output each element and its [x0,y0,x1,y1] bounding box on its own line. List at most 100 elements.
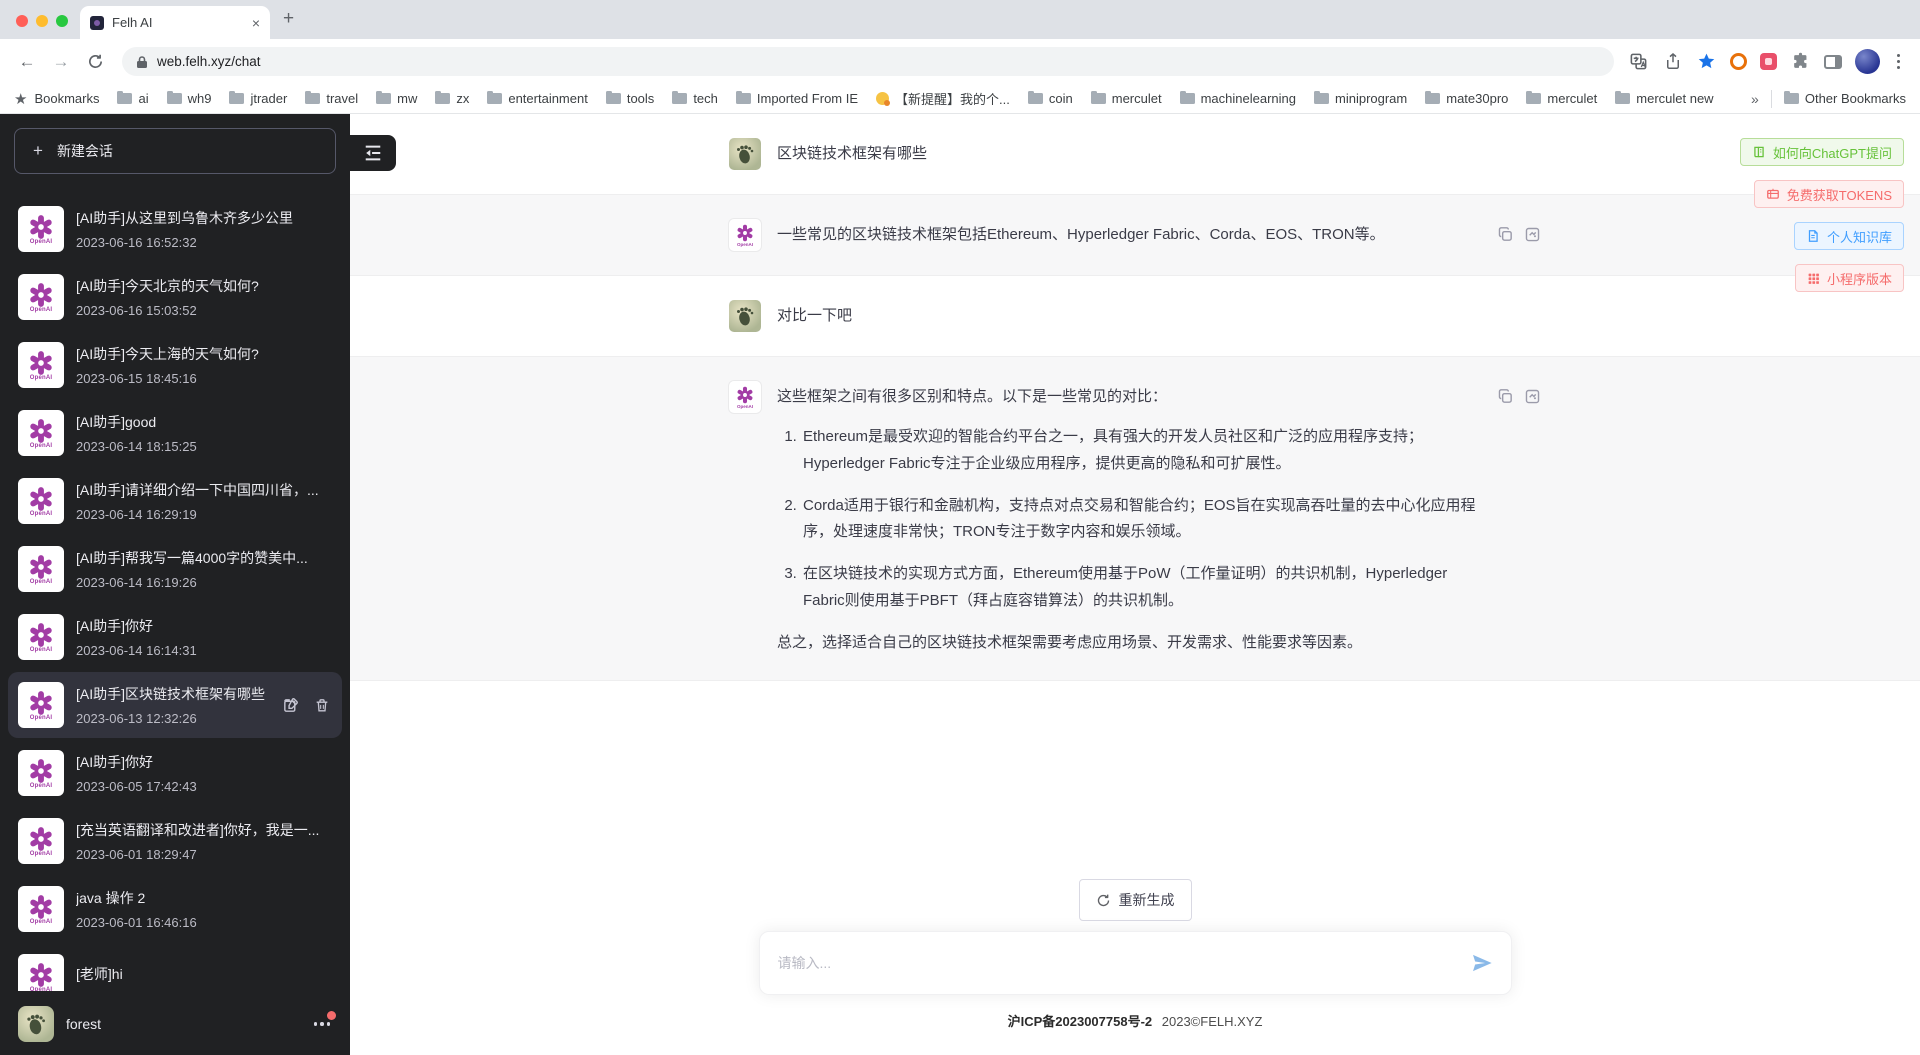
conversation-item[interactable]: OpenAI [AI助手]从这里到乌鲁木齐多少公里 2023-06-16 16:… [8,196,342,262]
new-chat-button[interactable]: + 新建会话 [14,128,336,174]
forward-icon[interactable]: → [48,49,74,75]
conversation-item[interactable]: OpenAI [AI助手]今天上海的天气如何? 2023-06-15 18:45… [8,332,342,398]
bookmark-folder[interactable]: ai [117,90,149,106]
bookmark-folder[interactable]: machinelearning [1179,90,1296,106]
puzzle-extensions-icon[interactable] [1790,51,1811,72]
openai-avatar: OpenAI [18,886,64,932]
user-menu-icon[interactable] [312,1011,336,1032]
close-tab-icon[interactable]: × [252,16,260,30]
bookmark-folder[interactable]: mw [376,90,417,106]
user-avatar [18,1006,54,1042]
comparison-item: 在区块链技术的实现方式方面，Ethereum使用基于PoW（工作量证明）的共识机… [801,561,1481,614]
icp-license[interactable]: 沪ICP备2023007758号-2 [1008,1014,1153,1029]
bookmark-folder[interactable]: merculet [1090,90,1162,106]
share-screenshot-icon[interactable] [1524,388,1541,405]
bookmark-star-icon[interactable] [1696,51,1717,72]
conversation-timestamp: 2023-06-01 18:29:47 [76,847,197,862]
folder-icon [735,90,751,104]
conversation-item[interactable]: OpenAI [AI助手]你好 2023-06-14 16:14:31 [8,604,342,670]
share-screenshot-icon[interactable] [1524,226,1541,243]
copy-icon[interactable] [1497,388,1514,405]
assistant-message-text: 一些常见的区块链技术框架包括Ethereum、Hyperledger Fabri… [777,226,1385,243]
comparison-conclusion: 总之，选择适合自己的区块链技术框架需要考虑应用场景、开发需求、性能要求等因素。 [777,633,1363,651]
new-tab-button[interactable]: + [283,9,294,28]
other-bookmarks[interactable]: Other Bookmarks [1783,90,1906,106]
conversation-timestamp: 2023-06-14 16:29:19 [76,507,197,522]
bookmarks-overflow-icon[interactable]: » [1751,91,1759,107]
browser-toolbar: ← → web.felh.xyz/chat [0,39,1920,84]
bookmark-folder[interactable]: tools [605,90,654,106]
bookmarks-star-icon: ★ [14,90,28,108]
conversation-item[interactable]: OpenAI [AI助手]你好 2023-06-05 17:42:43 [8,740,342,806]
translate-icon[interactable] [1628,51,1649,72]
conversation-item[interactable]: OpenAI java 操作 2 2023-06-01 16:46:16 [8,876,342,942]
minimize-window-button[interactable] [36,15,48,27]
bookmark-folder[interactable]: merculet new [1615,90,1714,106]
grid-icon [1808,273,1819,284]
conversation-title: [AI助手]从这里到乌鲁木齐多少公里 [76,210,294,226]
bookmark-folder[interactable]: mate30pro [1425,90,1508,106]
side-panel-icon[interactable] [1824,54,1842,69]
folder-icon [1425,90,1441,104]
delete-icon[interactable] [314,697,330,714]
conversation-item[interactable]: OpenAI [AI助手]今天北京的天气如何? 2023-06-16 15:03… [8,264,342,330]
conversation-item[interactable]: OpenAI [AI助手]帮我写一篇4000字的赞美中... 2023-06-1… [8,536,342,602]
bookmark-folder[interactable]: zx [435,90,469,106]
copyright: 2023©FELH.XYZ [1161,1014,1263,1029]
bookmark-folder[interactable]: wh9 [166,90,211,106]
bookmark-folder[interactable]: jtrader [229,90,287,106]
user-message-text: 对比一下吧 [777,307,853,324]
bookmark-folder[interactable]: coin [1027,90,1073,106]
mini-program-button[interactable]: 小程序版本 [1794,264,1904,292]
bookmark-folder[interactable]: travel [305,90,358,106]
conversation-item[interactable]: OpenAI [充当英语翻译和改进者]你好，我是一... 2023-06-01 … [8,808,342,874]
reload-icon[interactable] [82,49,108,75]
free-tokens-button[interactable]: 免费获取TOKENS [1753,180,1904,208]
openai-avatar: OpenAI [18,546,64,592]
knowledge-base-button[interactable]: 个人知识库 [1793,222,1904,250]
regenerate-button[interactable]: 重新生成 [1078,879,1192,921]
extension-icon[interactable] [1730,53,1747,70]
send-icon[interactable] [1471,952,1493,974]
folder-icon [376,90,392,104]
bookmark-folder[interactable]: 【新提醒】我的个... [876,89,1010,108]
share-icon[interactable] [1662,51,1683,72]
message-input[interactable] [777,955,1461,971]
openai-avatar: OpenAI [18,206,64,252]
bookmark-folder[interactable]: miniprogram [1314,90,1407,106]
close-window-button[interactable] [16,15,28,27]
browser-menu-icon[interactable] [1893,54,1904,69]
user-message-row: 对比一下吧 [350,276,1920,356]
bookmarks-label[interactable]: Bookmarks [34,91,99,106]
bookmark-folder[interactable]: merculet [1526,90,1597,106]
conversation-item[interactable]: OpenAI [老师]hi [8,944,342,991]
back-icon[interactable]: ← [14,49,40,75]
zoom-window-button[interactable] [56,15,68,27]
user-message-row: 区块链技术框架有哪些 [350,114,1920,194]
collapse-sidebar-button[interactable] [350,135,396,171]
document-icon [1808,230,1818,242]
extension-icon[interactable] [1760,53,1777,70]
book-icon [1754,146,1764,158]
ticket-icon [1766,188,1779,199]
conversation-title: [AI助手]你好 [76,618,154,634]
user-panel[interactable]: forest [0,993,350,1055]
openai-avatar: OpenAI [18,478,64,524]
how-to-ask-button[interactable]: 如何向ChatGPT提问 [1739,138,1904,166]
edit-icon[interactable] [282,697,299,714]
chat-area: 如何向ChatGPT提问 免费获取TOKENS 个人知识库 小程序版本 区块链技… [350,114,1920,1055]
bookmark-folder[interactable]: Imported From IE [735,90,858,106]
conversation-item[interactable]: OpenAI [AI助手]请详细介绍一下中国四川省，... 2023-06-14… [8,468,342,534]
bookmark-folder[interactable]: entertainment [487,90,588,106]
folder-icon [1783,90,1799,104]
conversation-item[interactable]: OpenAI [AI助手]区块链技术框架有哪些 2023-06-13 12:32… [8,672,342,738]
address-bar[interactable]: web.felh.xyz/chat [122,47,1614,76]
copy-icon[interactable] [1497,226,1514,243]
conversation-item[interactable]: OpenAI [AI助手]good 2023-06-14 18:15:25 [8,400,342,466]
openai-avatar: OpenAI [18,410,64,456]
comparison-list: Ethereum是最受欢迎的智能合约平台之一，具有强大的开发人员社区和广泛的应用… [777,424,1481,614]
browser-tab[interactable]: Felh AI × [80,6,270,39]
bookmark-folder[interactable]: tech [672,90,718,106]
profile-avatar[interactable] [1855,49,1880,74]
folder-icon [487,90,503,104]
